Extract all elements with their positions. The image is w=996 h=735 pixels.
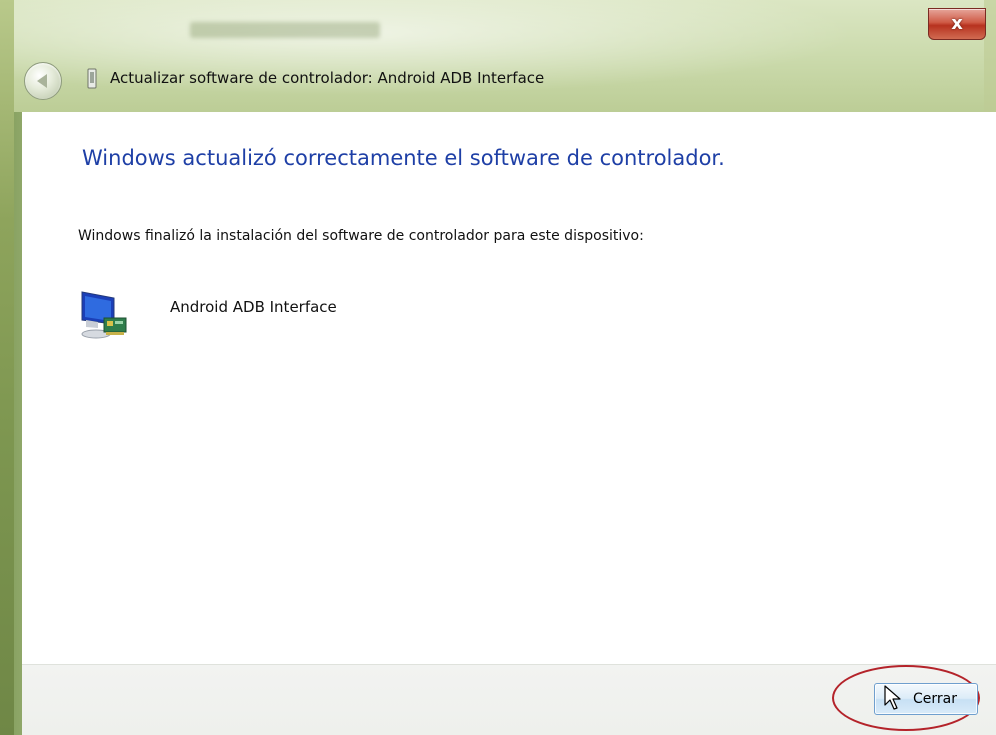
back-arrow-icon [36,74,47,88]
close-window-button[interactable]: x [928,8,986,40]
device-name: Android ADB Interface [170,298,337,316]
title-bar [0,0,996,112]
device-manager-icon [87,68,97,89]
success-heading: Windows actualizó correctamente el softw… [82,146,725,170]
dialog-title: Actualizar software de controlador: Andr… [110,69,545,87]
window-frame-left [0,0,14,735]
back-button[interactable] [24,62,62,100]
main-content: Windows actualizó correctamente el softw… [22,112,996,664]
close-icon: x [951,13,963,34]
dialog-window: x Actualizar software de controlador: An… [0,0,996,735]
cerrar-button[interactable]: Cerrar [874,683,978,715]
dialog-footer: Cerrar [22,664,996,735]
description-text: Windows finalizó la instalación del soft… [78,228,644,244]
monitor-network-card-icon [81,291,127,339]
cerrar-button-label: Cerrar [913,691,957,707]
background-window-title-blur [190,22,380,38]
